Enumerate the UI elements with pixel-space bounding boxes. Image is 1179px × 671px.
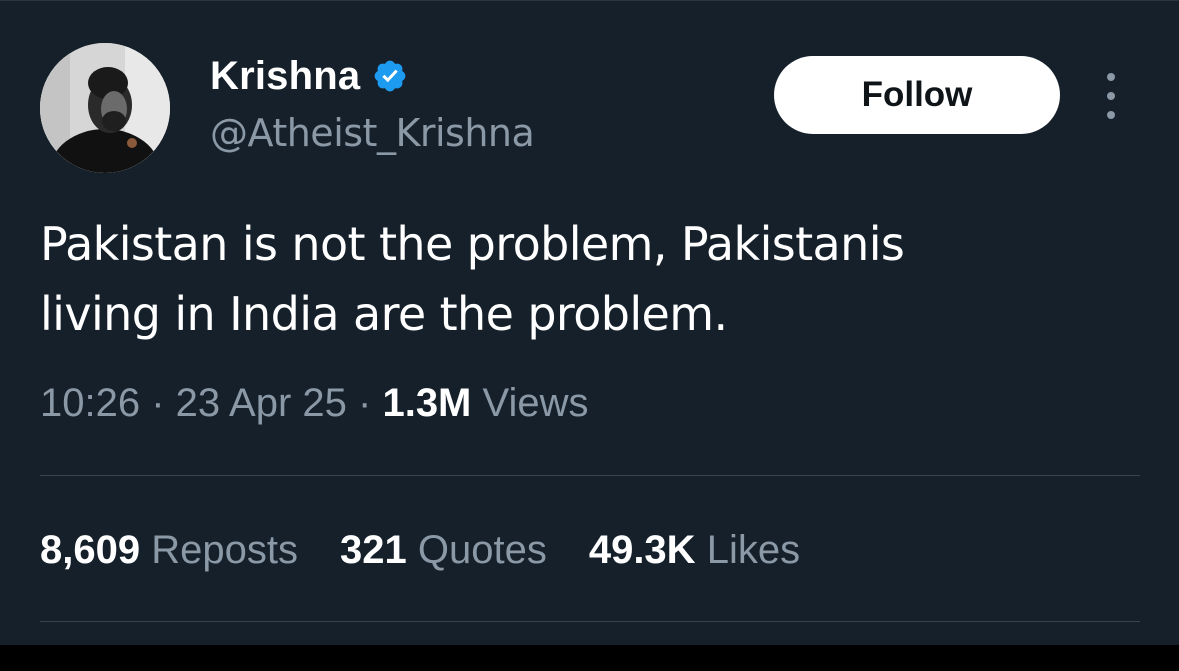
reposts-label: Reposts — [151, 528, 298, 572]
more-options-icon[interactable] — [1098, 73, 1124, 119]
tweet-time[interactable]: 10:26 — [40, 381, 140, 425]
views-count: 1.3M — [382, 381, 472, 425]
meta-separator: · — [140, 381, 176, 425]
likes-count: 49.3K — [588, 528, 696, 572]
tweet-text: Pakistan is not the problem, Pakistanis … — [40, 209, 1150, 349]
tweet-text-line: living in India are the problem. — [40, 287, 728, 341]
display-name[interactable]: Krishna — [210, 54, 360, 99]
quotes-stat[interactable]: 321 Quotes — [340, 528, 547, 573]
tweet-date[interactable]: 23 Apr 25 — [176, 381, 347, 425]
tweet-card: Krishna @Atheist_Krishna Follow Pakistan… — [0, 0, 1179, 645]
views-label: Views — [482, 381, 589, 425]
more-dot — [1107, 111, 1115, 119]
divider — [40, 621, 1140, 622]
quotes-label: Quotes — [417, 528, 547, 572]
engagement-stats: 8,609 Reposts 321 Quotes 49.3K Likes — [40, 528, 842, 573]
tweet-meta: 10:26 · 23 Apr 25 · 1.3M Views — [40, 381, 589, 426]
reposts-stat[interactable]: 8,609 Reposts — [40, 528, 298, 573]
name-row: Krishna — [210, 53, 408, 99]
reposts-count: 8,609 — [40, 528, 141, 572]
more-dot — [1107, 73, 1115, 81]
more-dot — [1107, 92, 1115, 100]
likes-stat[interactable]: 49.3K Likes — [589, 528, 800, 573]
user-handle[interactable]: @Atheist_Krishna — [210, 111, 535, 155]
meta-separator: · — [346, 381, 383, 425]
tweet-text-line: Pakistan is not the problem, Pakistanis — [40, 217, 905, 271]
divider — [40, 475, 1140, 476]
verified-badge-icon — [374, 60, 406, 92]
follow-button[interactable]: Follow — [774, 56, 1060, 134]
avatar[interactable] — [40, 43, 170, 173]
likes-label: Likes — [706, 528, 801, 572]
bottom-strip — [0, 645, 1179, 671]
avatar-photo — [40, 43, 170, 173]
quotes-count: 321 — [339, 528, 407, 572]
